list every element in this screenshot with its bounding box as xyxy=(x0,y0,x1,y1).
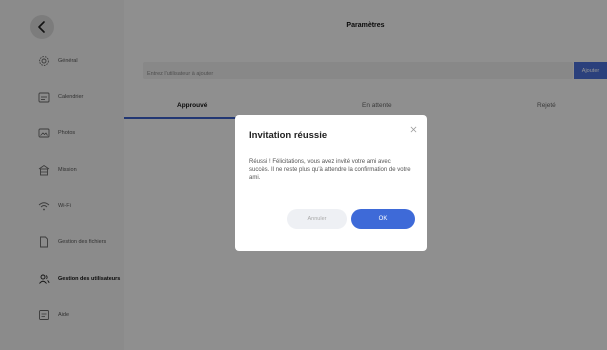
cancel-button[interactable]: Annuler xyxy=(287,209,347,229)
dialog-message: Réussi ! Félicitations, vous avez invité… xyxy=(249,159,411,181)
dialog-title: Invitation réussie xyxy=(249,130,328,141)
invitation-success-dialog: Invitation réussie Réussi ! Félicitation… xyxy=(235,115,427,251)
close-button[interactable] xyxy=(408,124,418,134)
close-icon xyxy=(410,126,416,132)
ok-button[interactable]: OK xyxy=(351,209,415,229)
